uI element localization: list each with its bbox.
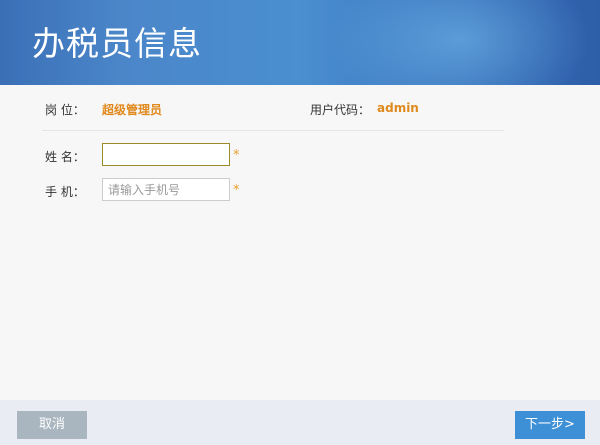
name-label: 姓 名： [45,150,85,164]
info-row: 岗 位： 超级管理员 用户代码： admin [0,96,600,122]
page-title: 办税员信息 [32,24,202,63]
footer-bar: 取消 下一步> [0,400,600,445]
position-value: 超级管理员 [102,103,163,117]
name-required-mark: * [233,148,240,163]
user-code-value: admin [377,101,419,115]
header-banner: 办税员信息 [0,0,600,85]
header-glow [330,0,590,85]
phone-label: 手 机： [45,185,85,199]
cancel-button[interactable]: 取消 [17,411,87,439]
phone-input[interactable] [102,178,230,201]
user-code-label: 用户代码： [310,103,371,117]
next-step-button[interactable]: 下一步> [515,411,585,439]
divider [42,130,504,131]
phone-required-mark: * [233,183,240,198]
name-input[interactable] [102,143,230,166]
position-label: 岗 位： [45,103,85,117]
